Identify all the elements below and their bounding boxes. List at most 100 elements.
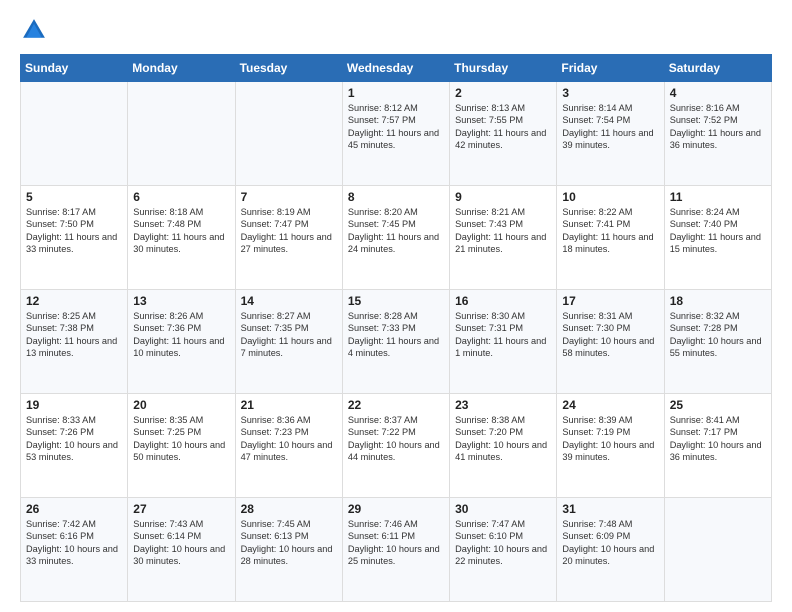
day-number: 21 [241, 398, 337, 412]
cell-text: Sunrise: 8:13 AM Sunset: 7:55 PM Dayligh… [455, 102, 551, 152]
day-number: 19 [26, 398, 122, 412]
cell-text: Sunrise: 7:42 AM Sunset: 6:16 PM Dayligh… [26, 518, 122, 568]
cell-text: Sunrise: 8:19 AM Sunset: 7:47 PM Dayligh… [241, 206, 337, 256]
calendar-cell: 7Sunrise: 8:19 AM Sunset: 7:47 PM Daylig… [235, 186, 342, 290]
cell-text: Sunrise: 7:43 AM Sunset: 6:14 PM Dayligh… [133, 518, 229, 568]
cell-text: Sunrise: 7:46 AM Sunset: 6:11 PM Dayligh… [348, 518, 444, 568]
calendar-cell: 28 Sunrise: 7:45 AM Sunset: 6:13 PM Dayli… [235, 498, 342, 602]
day-number: 3 [562, 86, 658, 100]
day-number: 6 [133, 190, 229, 204]
cell-text: Sunrise: 8:17 AM Sunset: 7:50 PM Dayligh… [26, 206, 122, 256]
cell-text: Sunrise: 8:18 AM Sunset: 7:48 PM Dayligh… [133, 206, 229, 256]
weekday-header-wednesday: Wednesday [342, 55, 449, 82]
cell-text: Sunrise: 8:12 AM Sunset: 7:57 PM Dayligh… [348, 102, 444, 152]
day-number: 29 [348, 502, 444, 516]
week-row-1: 1 Sunrise: 8:12 AM Sunset: 7:57 PM Daylig… [21, 82, 772, 186]
cell-text: Sunrise: 8:39 AM Sunset: 7:19 PM Dayligh… [562, 414, 658, 464]
day-number: 4 [670, 86, 766, 100]
cell-text: Sunrise: 8:25 AM Sunset: 7:38 PM Dayligh… [26, 310, 122, 360]
weekday-header-friday: Friday [557, 55, 664, 82]
calendar-cell: 1 Sunrise: 8:12 AM Sunset: 7:57 PM Daylig… [342, 82, 449, 186]
weekday-header-sunday: Sunday [21, 55, 128, 82]
cell-text: Sunrise: 7:45 AM Sunset: 6:13 PM Dayligh… [241, 518, 337, 568]
calendar-cell: 8 Sunrise: 8:20 AM Sunset: 7:45 PM Daylig… [342, 186, 449, 290]
cell-text: Sunrise: 7:47 AM Sunset: 6:10 PM Dayligh… [455, 518, 551, 568]
week-row-2: 5 Sunrise: 8:17 AM Sunset: 7:50 PM Daylig… [21, 186, 772, 290]
calendar-cell: 12 Sunrise: 8:25 AM Sunset: 7:38 PM Dayli… [21, 290, 128, 394]
calendar-cell: 25 Sunrise: 8:41 AM Sunset: 7:17 PM Dayli… [664, 394, 771, 498]
day-number: 15 [348, 294, 444, 308]
cell-text: Sunrise: 8:32 AM Sunset: 7:28 PM Dayligh… [670, 310, 766, 360]
cell-text: Sunrise: 8:30 AM Sunset: 7:31 PM Dayligh… [455, 310, 551, 360]
calendar-cell: 9 Sunrise: 8:21 AM Sunset: 7:43 PM Daylig… [450, 186, 557, 290]
day-number: 22 [348, 398, 444, 412]
cell-text: Sunrise: 8:38 AM Sunset: 7:20 PM Dayligh… [455, 414, 551, 464]
weekday-header-monday: Monday [128, 55, 235, 82]
day-number: 9 [455, 190, 551, 204]
calendar-cell: 14 Sunrise: 8:27 AM Sunset: 7:35 PM Dayli… [235, 290, 342, 394]
week-row-4: 19 Sunrise: 8:33 AM Sunset: 7:26 PM Dayli… [21, 394, 772, 498]
day-number: 8 [348, 190, 444, 204]
day-number: 2 [455, 86, 551, 100]
cell-text: Sunrise: 8:26 AM Sunset: 7:36 PM Dayligh… [133, 310, 229, 360]
calendar-cell: 27 Sunrise: 7:43 AM Sunset: 6:14 PM Dayli… [128, 498, 235, 602]
calendar-cell: 26 Sunrise: 7:42 AM Sunset: 6:16 PM Dayli… [21, 498, 128, 602]
cell-text: Sunrise: 8:33 AM Sunset: 7:26 PM Dayligh… [26, 414, 122, 464]
cell-text: Sunrise: 8:41 AM Sunset: 7:17 PM Dayligh… [670, 414, 766, 464]
day-number: 16 [455, 294, 551, 308]
day-number: 17 [562, 294, 658, 308]
cell-text: Sunrise: 8:28 AM Sunset: 7:33 PM Dayligh… [348, 310, 444, 360]
weekday-header-saturday: Saturday [664, 55, 771, 82]
day-number: 25 [670, 398, 766, 412]
cell-text: Sunrise: 7:48 AM Sunset: 6:09 PM Dayligh… [562, 518, 658, 568]
calendar-cell: 20 Sunrise: 8:35 AM Sunset: 7:25 PM Dayli… [128, 394, 235, 498]
header [20, 16, 772, 44]
calendar-cell: 31 Sunrise: 7:48 AM Sunset: 6:09 PM Dayli… [557, 498, 664, 602]
calendar-cell: 18 Sunrise: 8:32 AM Sunset: 7:28 PM Dayli… [664, 290, 771, 394]
calendar-cell: 22 Sunrise: 8:37 AM Sunset: 7:22 PM Dayli… [342, 394, 449, 498]
week-row-3: 12 Sunrise: 8:25 AM Sunset: 7:38 PM Dayli… [21, 290, 772, 394]
cell-text: Sunrise: 8:22 AM Sunset: 7:41 PM Dayligh… [562, 206, 658, 256]
calendar-cell: 11 Sunrise: 8:24 AM Sunset: 7:40 PM Dayli… [664, 186, 771, 290]
calendar-cell [664, 498, 771, 602]
day-number: 12 [26, 294, 122, 308]
calendar-cell: 30Sunrise: 7:47 AM Sunset: 6:10 PM Dayli… [450, 498, 557, 602]
calendar-cell: 16 Sunrise: 8:30 AM Sunset: 7:31 PM Dayli… [450, 290, 557, 394]
cell-text: Sunrise: 8:14 AM Sunset: 7:54 PM Dayligh… [562, 102, 658, 152]
day-number: 27 [133, 502, 229, 516]
day-number: 18 [670, 294, 766, 308]
day-number: 20 [133, 398, 229, 412]
day-number: 5 [26, 190, 122, 204]
cell-text: Sunrise: 8:37 AM Sunset: 7:22 PM Dayligh… [348, 414, 444, 464]
day-number: 28 [241, 502, 337, 516]
calendar-cell: 15 Sunrise: 8:28 AM Sunset: 7:33 PM Dayli… [342, 290, 449, 394]
cell-text: Sunrise: 8:35 AM Sunset: 7:25 PM Dayligh… [133, 414, 229, 464]
day-number: 31 [562, 502, 658, 516]
logo [20, 16, 52, 44]
calendar-cell [21, 82, 128, 186]
day-number: 11 [670, 190, 766, 204]
day-number: 14 [241, 294, 337, 308]
calendar-cell: 6 Sunrise: 8:18 AM Sunset: 7:48 PM Daylig… [128, 186, 235, 290]
day-number: 23 [455, 398, 551, 412]
day-number: 10 [562, 190, 658, 204]
cell-text: Sunrise: 8:36 AM Sunset: 7:23 PM Dayligh… [241, 414, 337, 464]
calendar-cell: 10 Sunrise: 8:22 AM Sunset: 7:41 PM Dayli… [557, 186, 664, 290]
weekday-header-thursday: Thursday [450, 55, 557, 82]
cell-text: Sunrise: 8:21 AM Sunset: 7:43 PM Dayligh… [455, 206, 551, 256]
calendar-cell: 29 Sunrise: 7:46 AM Sunset: 6:11 PM Dayli… [342, 498, 449, 602]
cell-text: Sunrise: 8:20 AM Sunset: 7:45 PM Dayligh… [348, 206, 444, 256]
calendar-cell [235, 82, 342, 186]
cell-text: Sunrise: 8:27 AM Sunset: 7:35 PM Dayligh… [241, 310, 337, 360]
day-number: 26 [26, 502, 122, 516]
calendar-cell: 19 Sunrise: 8:33 AM Sunset: 7:26 PM Dayli… [21, 394, 128, 498]
day-number: 13 [133, 294, 229, 308]
week-row-5: 26 Sunrise: 7:42 AM Sunset: 6:16 PM Dayli… [21, 498, 772, 602]
calendar-cell: 13 Sunrise: 8:26 AM Sunset: 7:36 PM Dayli… [128, 290, 235, 394]
cell-text: Sunrise: 8:24 AM Sunset: 7:40 PM Dayligh… [670, 206, 766, 256]
calendar-cell: 24Sunrise: 8:39 AM Sunset: 7:19 PM Dayli… [557, 394, 664, 498]
calendar-cell: 4Sunrise: 8:16 AM Sunset: 7:52 PM Daylig… [664, 82, 771, 186]
calendar-cell: 17Sunrise: 8:31 AM Sunset: 7:30 PM Dayli… [557, 290, 664, 394]
day-number: 1 [348, 86, 444, 100]
calendar-cell: 23 Sunrise: 8:38 AM Sunset: 7:20 PM Dayli… [450, 394, 557, 498]
